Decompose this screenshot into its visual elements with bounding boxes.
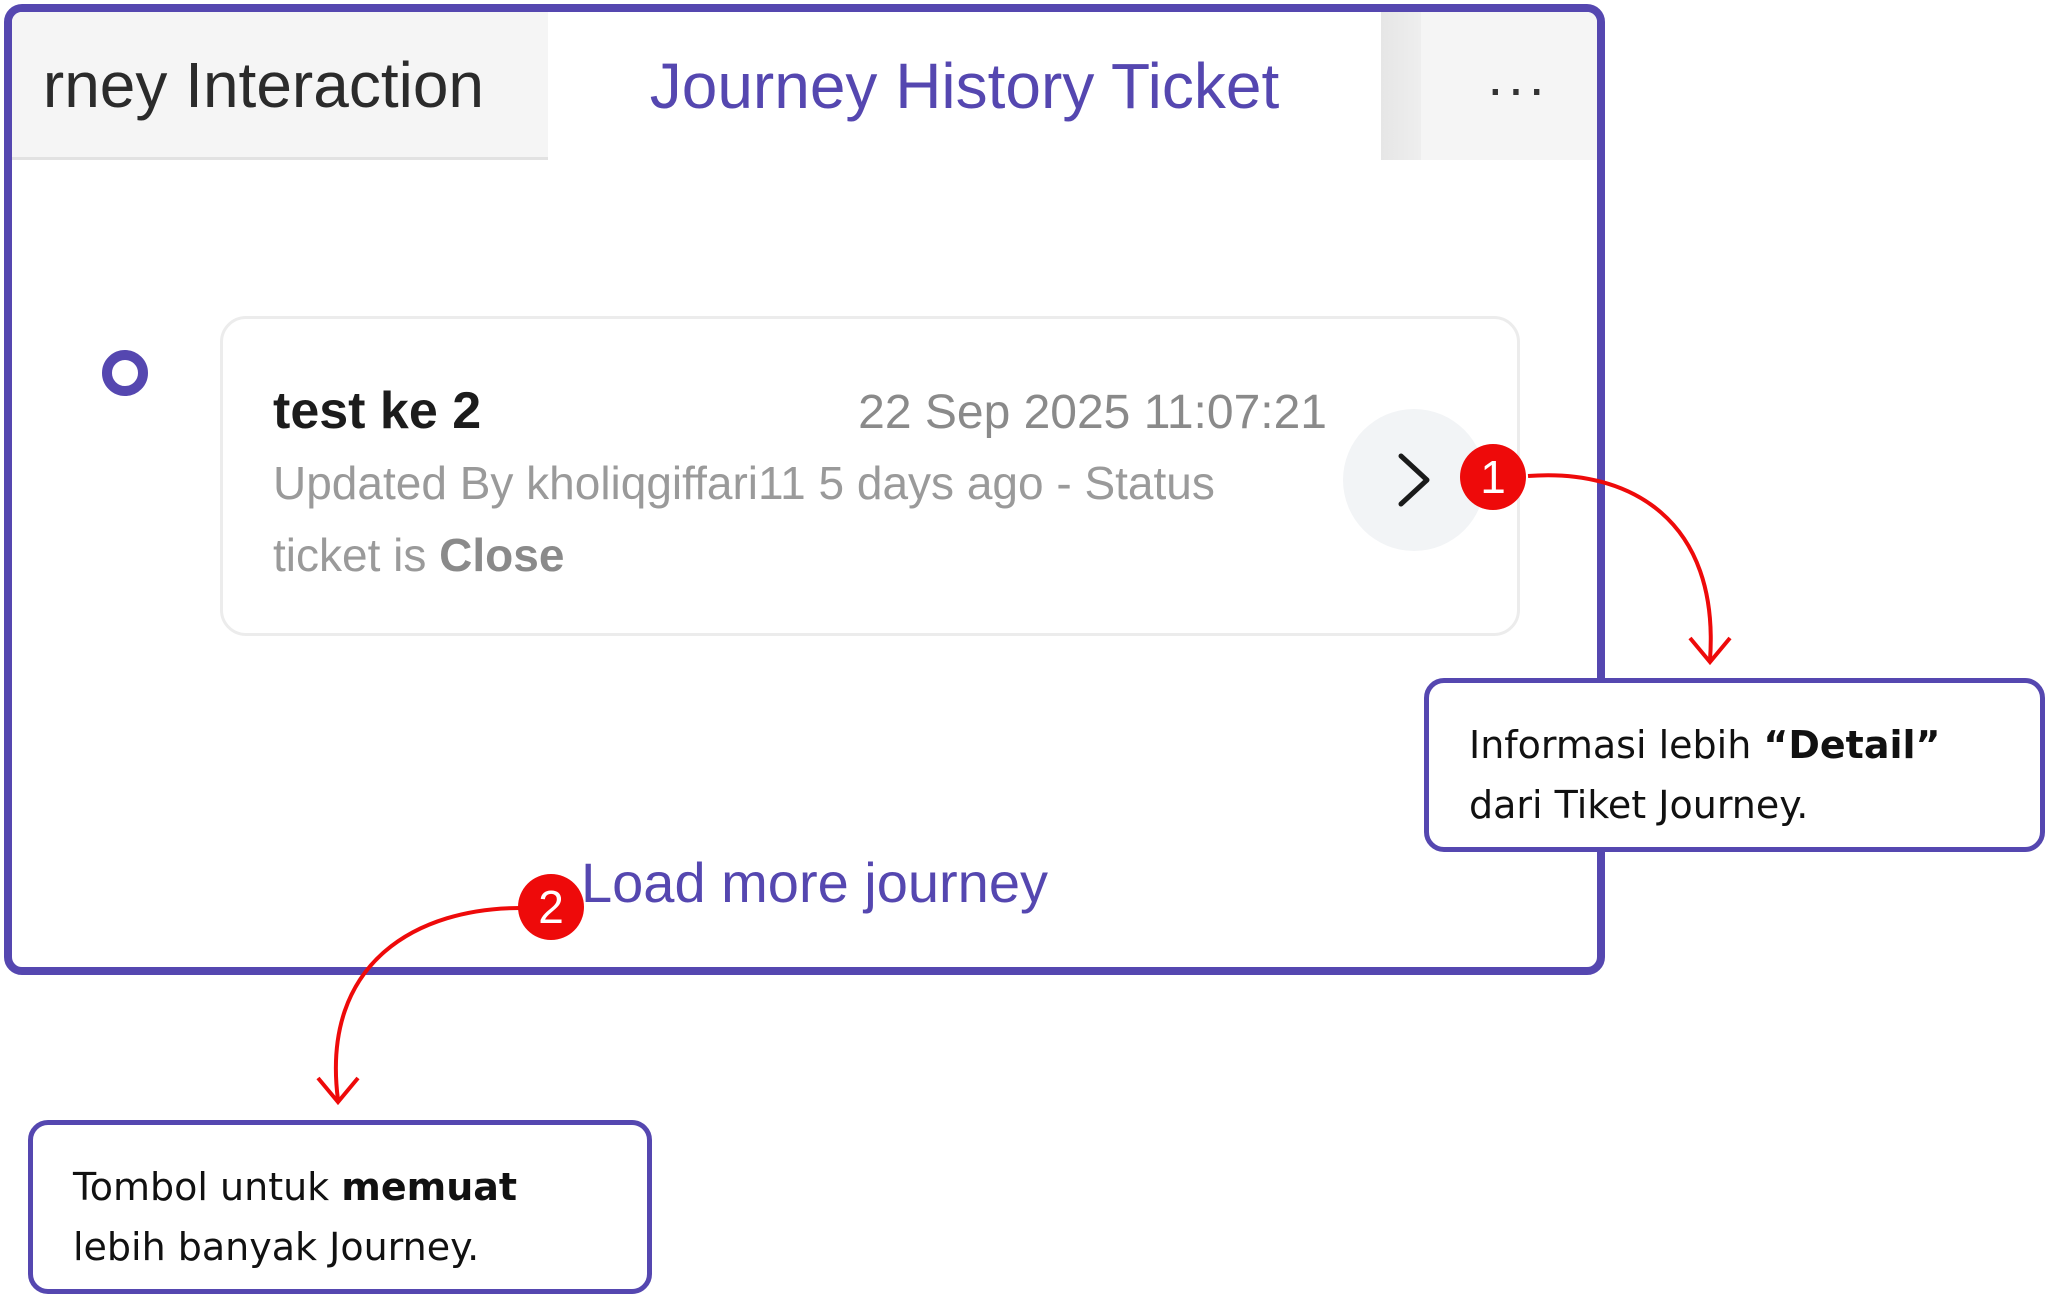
annotation-2-prefix: Tombol untuk xyxy=(73,1165,342,1209)
annotation-2-badge: 2 xyxy=(518,874,584,940)
annotation-2-line1: Tombol untuk memuat xyxy=(73,1157,647,1217)
annotation-arrows xyxy=(316,473,1732,1106)
annotation-1-line1: Informasi lebih “Detail” xyxy=(1469,715,2040,775)
annotation-2-arrow xyxy=(334,906,521,1101)
annotation-1-prefix: Informasi lebih xyxy=(1469,723,1764,767)
annotation-1-bold: “Detail” xyxy=(1763,723,1941,767)
annotation-2-bold: memuat xyxy=(341,1165,518,1209)
annotation-1-arrow xyxy=(1527,473,1713,661)
annotation-1-line2: dari Tiket Journey. xyxy=(1469,783,1809,827)
annotation-2-callout: Tombol untuk memuat lebih banyak Journey… xyxy=(28,1120,652,1294)
annotation-2-line2: lebih banyak Journey. xyxy=(73,1225,480,1269)
annotation-1-badge: 1 xyxy=(1460,444,1526,510)
annotation-1-callout: Informasi lebih “Detail” dari Tiket Jour… xyxy=(1424,678,2045,852)
